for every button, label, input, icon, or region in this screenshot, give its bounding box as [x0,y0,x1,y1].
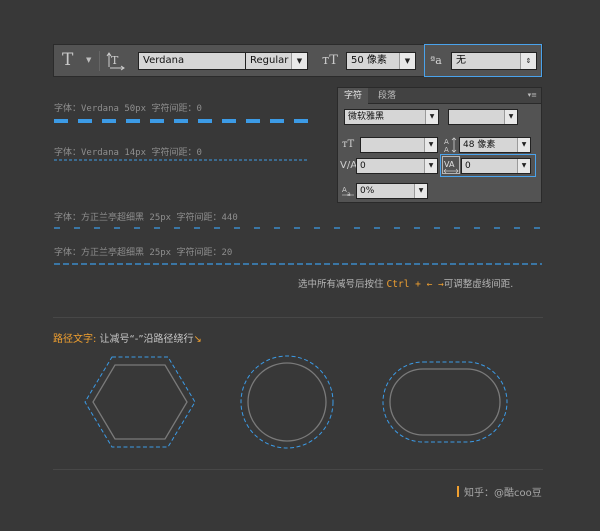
path-shapes [84,355,508,449]
scale-select[interactable]: 0% ▼ [356,183,428,199]
divider-bottom [53,469,543,470]
tab-paragraph[interactable]: 段落 [372,88,402,104]
antialias-value: 无 [456,55,466,66]
panel-font-family-select[interactable]: 微软雅黑 ▼ [344,109,439,125]
svg-text:A: A [444,146,449,154]
svg-text:T: T [111,54,119,67]
tracking-value: 0 [465,161,471,171]
hexagon-shape [84,356,196,448]
chevron-down-icon: ▼ [424,159,437,173]
svg-text:A: A [444,138,449,146]
sample-label-4: 字体：方正兰亭超细黑 25px 字符间距：20 [54,248,233,258]
leading-icon: A A [444,137,457,154]
hint-after: 可调整虚线间距. [443,279,514,290]
hint-before: 选中所有减号后按住 [298,279,387,290]
credit-accent-bar [457,486,459,497]
scale-value: 0% [360,186,375,196]
panel-menu-icon[interactable]: ▾≡ [528,91,537,99]
options-bar: T ▼ T Verdana ▼ Regular ▼ тT 50 像素 ▼ ªa … [53,44,543,77]
panel-font-size-select[interactable]: ▼ [360,137,438,153]
path-text-title: 路径文字: 让减号“-”沿路径绕行↘ [53,330,202,345]
chevron-down-icon: ▼ [425,110,438,124]
font-family-value: Verdana [143,55,185,66]
tracking-icon: VA [442,156,460,174]
character-panel: 字符 段落 ▾≡ 微软雅黑 ▼ ▼ тT ▼ A A 48 像素 ▼ V/A 0… [337,87,542,203]
panel-font-family-value: 微软雅黑 [348,112,385,122]
chevron-updown-icon: ⇕ [520,53,536,69]
panel-tabs: 字符 段落 ▾≡ [338,88,541,104]
path-title-accent: 路径文字: [53,334,97,345]
dash-line-wide-spacing [54,227,542,229]
antialias-select[interactable]: 无 ⇕ [451,52,537,70]
sample-label-1: 字体：Verdana 50px 字符间距：0 [54,104,202,114]
baseline-shift-icon: A a [342,186,354,197]
chevron-down-icon: ▼ [504,110,517,124]
chevron-down-icon: ▼ [517,159,530,173]
divider-top [53,317,543,318]
kerning-value: 0 [360,161,366,171]
leading-select[interactable]: 48 像素 ▼ [459,137,531,153]
font-size-value: 50 像素 [351,55,387,66]
tab-character[interactable]: 字符 [338,88,369,104]
tool-preset-dropdown-icon[interactable]: ▼ [86,56,91,64]
svg-text:a: a [347,191,351,197]
chevron-down-icon: ▼ [424,138,437,152]
sample-label-3: 字体：方正兰亭超细黑 25px 字符间距：440 [54,213,238,223]
path-title-arrow: ↘ [193,334,202,345]
dash-line-small [54,159,309,161]
chevron-down-icon: ▼ [414,184,427,198]
panel-font-style-select[interactable]: ▼ [448,109,518,125]
tracking-select[interactable]: 0 ▼ [461,158,531,174]
hint-key: Ctrl + ← → [386,279,444,290]
font-style-value: Regular [250,55,289,66]
credit: 知乎：@酷coo豆 [457,484,542,499]
svg-text:VA: VA [444,160,455,169]
separator [99,51,100,71]
font-size-icon: тT [322,53,338,68]
hint-text: 选中所有减号后按住 Ctrl + ← →可调整虚线间距. [298,276,513,290]
leading-value: 48 像素 [463,140,496,150]
font-size-icon: тT [342,139,355,150]
stadium-shape [382,361,508,443]
kerning-select[interactable]: 0 ▼ [356,158,438,174]
dash-line-narrow-spacing [54,263,542,265]
chevron-down-icon: ▼ [517,138,530,152]
chevron-down-icon: ▼ [399,53,415,69]
sample-label-2: 字体：Verdana 14px 字符间距：0 [54,148,202,158]
toggle-text-orientation-icon[interactable]: T [106,51,126,71]
kerning-icon: V/A [340,160,358,171]
font-style-select[interactable]: Regular ▼ [245,52,308,70]
antialias-icon: ªa [430,54,442,67]
circle-shape [240,355,334,449]
text-tool-icon[interactable]: T [62,50,73,70]
chevron-down-icon: ▼ [291,53,307,69]
font-size-select[interactable]: 50 像素 ▼ [346,52,416,70]
dash-line-large [54,119,309,123]
credit-text: 知乎：@酷coo豆 [464,488,542,499]
path-title-rest: 让减号“-”沿路径绕行 [96,334,194,345]
